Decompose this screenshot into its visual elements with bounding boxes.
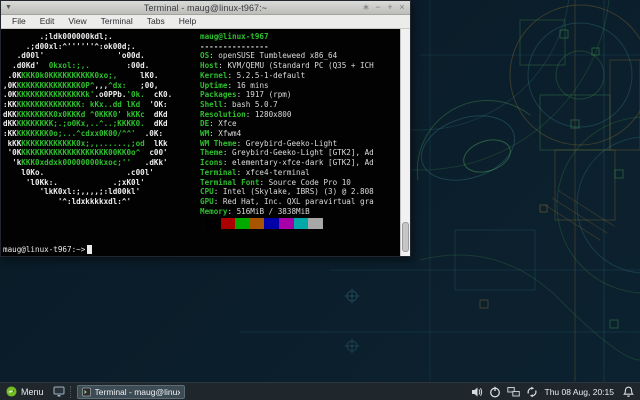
menubar: File Edit View Terminal Tabs Help: [1, 15, 410, 29]
titlebar[interactable]: ▼ Terminal - maug@linux-t967:~ ∗ − + ×: [1, 1, 410, 15]
clock[interactable]: Thu 08 Aug, 20:15: [545, 387, 614, 397]
notifications-bell-icon[interactable]: [623, 386, 634, 398]
ascii-art-line: .0KKKKKKKKKKKKKKKKk'.o0PPb.'0k. cK0.: [3, 90, 173, 100]
menu-item-terminal[interactable]: Terminal: [94, 15, 140, 28]
sysinfo-user-host: maug@linux-t967: [200, 32, 269, 41]
terminal-scrollbar[interactable]: [400, 29, 410, 256]
applications-menu-button[interactable]: Menu: [3, 384, 50, 400]
sysinfo-row: Icons: elementary-xfce-dark [GTK2], Ad: [200, 158, 374, 168]
palette-swatch: [264, 218, 279, 229]
sysinfo-row: DE: Xfce: [200, 119, 237, 129]
maximize-button[interactable]: +: [384, 1, 396, 14]
ascii-art-line: .d0Kd' 0kxol:;,. :00d.: [3, 61, 150, 71]
sysinfo-row: WM: Xfwm4: [200, 129, 242, 139]
sysinfo-row: Host: KVM/QEMU (Standard PC (Q35 + ICH: [200, 61, 374, 71]
desktop-icon: [53, 386, 65, 397]
sysinfo-row: GPU: Red Hat, Inc. QXL paravirtual gra: [200, 196, 374, 206]
scrollbar-thumb[interactable]: [402, 222, 409, 252]
menu-item-edit[interactable]: Edit: [33, 15, 62, 28]
ascii-art-line: dKKKKKKKKKK0x0KKKd ^0KKK0' kKKc dKd: [3, 109, 168, 119]
power-manager-icon[interactable]: [489, 386, 501, 398]
ascii-art-line: '^:ldxkkkkxdl:^': [3, 196, 132, 206]
ascii-art-line: l0Ko. .c00l': [3, 167, 154, 177]
ascii-art-line: '0KKKKKKKKKKKKKKKKKKKK00KK0o^ c00': [3, 148, 168, 158]
ascii-art-line: .0KKKK0k0KKKKKKKKKK0xo;, lK0.: [3, 70, 159, 80]
ascii-art-line: .d00l' 'o00d.: [3, 51, 145, 61]
network-icon[interactable]: [506, 386, 520, 398]
ascii-art-line: :KKKKKKKKK0o;...^cdxx0K00/^^' .0K:: [3, 129, 164, 139]
updates-icon[interactable]: [526, 386, 538, 398]
taskbar-window-label: Terminal - maug@linux...: [94, 386, 180, 397]
sysinfo-row: Terminal Font: Source Code Pro 10: [200, 177, 351, 187]
sysinfo-row: Terminal: xfce4-terminal: [200, 167, 310, 177]
menu-item-help[interactable]: Help: [172, 15, 203, 28]
ascii-art-line: 'kKKK0xddxk00000000kxoc;'' .dKk': [3, 158, 168, 168]
taskbar: Menu Terminal - maug@linux... Thu 08 Aug…: [0, 382, 640, 400]
ascii-art: .;ldk000000kdl;. .;d00xl:^''''''^:ok00d;…: [3, 32, 172, 207]
ascii-art-line: dKKKKKKKKKK;.;o0Kx,..^..;KKKK0. dKd: [3, 119, 168, 129]
sysinfo-row: WM Theme: Greybird-Geeko-Light: [200, 138, 338, 148]
sysinfo-row: CPU: Intel (Skylake, IBRS) (3) @ 2.808: [200, 187, 374, 197]
close-button[interactable]: ×: [396, 1, 408, 14]
palette-swatch: [308, 218, 323, 229]
palette-swatch: [220, 218, 236, 229]
show-desktop-button[interactable]: [50, 384, 68, 400]
sysinfo: maug@linux-t967 --------------- OS: openSU…: [200, 32, 374, 216]
terminal-screen[interactable]: .;ldk000000kdl;. .;d00xl:^''''''^:ok00d;…: [1, 29, 410, 256]
sysinfo-row: Shell: bash 5.0.7: [200, 99, 278, 109]
ascii-art-line: kKKKKKKKKKKKKKK0x;,,......,;od lKk: [3, 138, 168, 148]
sysinfo-underline: ---------------: [200, 41, 269, 51]
palette-swatch: [278, 218, 294, 229]
ascii-art-line: .;d00xl:^''''''^:ok00d;.: [3, 41, 136, 51]
shade-button[interactable]: ∗: [360, 1, 372, 14]
menu-item-view[interactable]: View: [61, 15, 93, 28]
terminal-window: ▼ Terminal - maug@linux-t967:~ ∗ − + × File…: [0, 0, 411, 257]
palette-swatch: [235, 218, 250, 229]
window-menu-icon[interactable]: ▼: [5, 1, 12, 14]
ascii-art-line: :KKKKKKKKKKKKKKKK: kKx..dd lKd 'OK:: [3, 99, 168, 109]
prompt-text: maug@linux-t967:~>: [3, 245, 86, 255]
sysinfo-row: Uptime: 16 mins: [200, 80, 269, 90]
menu-button-label: Menu: [21, 386, 44, 397]
system-tray: [471, 386, 538, 398]
terminal-color-palette: [206, 218, 323, 229]
sysinfo-row: OS: openSUSE Tumbleweed x86_64: [200, 51, 338, 61]
ascii-art-line: 'l0Kk:. .;xK0l': [3, 177, 145, 187]
taskbar-separator: [69, 385, 75, 398]
ascii-art-line: ,0KKKKKKKKKKKKKKK0P^,,,^dx: ;00,: [3, 80, 159, 90]
minimize-button[interactable]: −: [372, 1, 384, 14]
sysinfo-row: Packages: 1917 (rpm): [200, 90, 292, 100]
ascii-art-line: 'lkK0xl:;,,,,;:ld00kl': [3, 187, 141, 197]
palette-swatch: [293, 218, 309, 229]
sysinfo-row: Resolution: 1280x800: [200, 109, 292, 119]
volume-icon[interactable]: [471, 386, 483, 398]
terminal-icon: [81, 386, 91, 397]
window-buttons: ∗ − + ×: [360, 1, 408, 14]
window-title: Terminal - maug@linux-t967:~: [143, 2, 268, 13]
palette-swatch: [206, 218, 221, 229]
opensuse-geeko-icon: [6, 386, 17, 397]
menu-item-file[interactable]: File: [5, 15, 33, 28]
taskbar-window-button[interactable]: Terminal - maug@linux...: [76, 384, 185, 399]
sysinfo-row: Memory: 516MiB / 3838MiB: [200, 206, 310, 216]
sysinfo-row: Kernel: 5.2.5-1-default: [200, 70, 306, 80]
terminal-cursor: [87, 245, 92, 254]
ascii-art-line: .;ldk000000kdl;.: [3, 32, 113, 41]
palette-swatch: [249, 218, 265, 229]
sysinfo-row: Theme: Greybird-Geeko-Light [GTK2], Ad: [200, 148, 374, 158]
shell-prompt[interactable]: maug@linux-t967:~>: [3, 245, 92, 255]
menu-item-tabs[interactable]: Tabs: [140, 15, 172, 28]
